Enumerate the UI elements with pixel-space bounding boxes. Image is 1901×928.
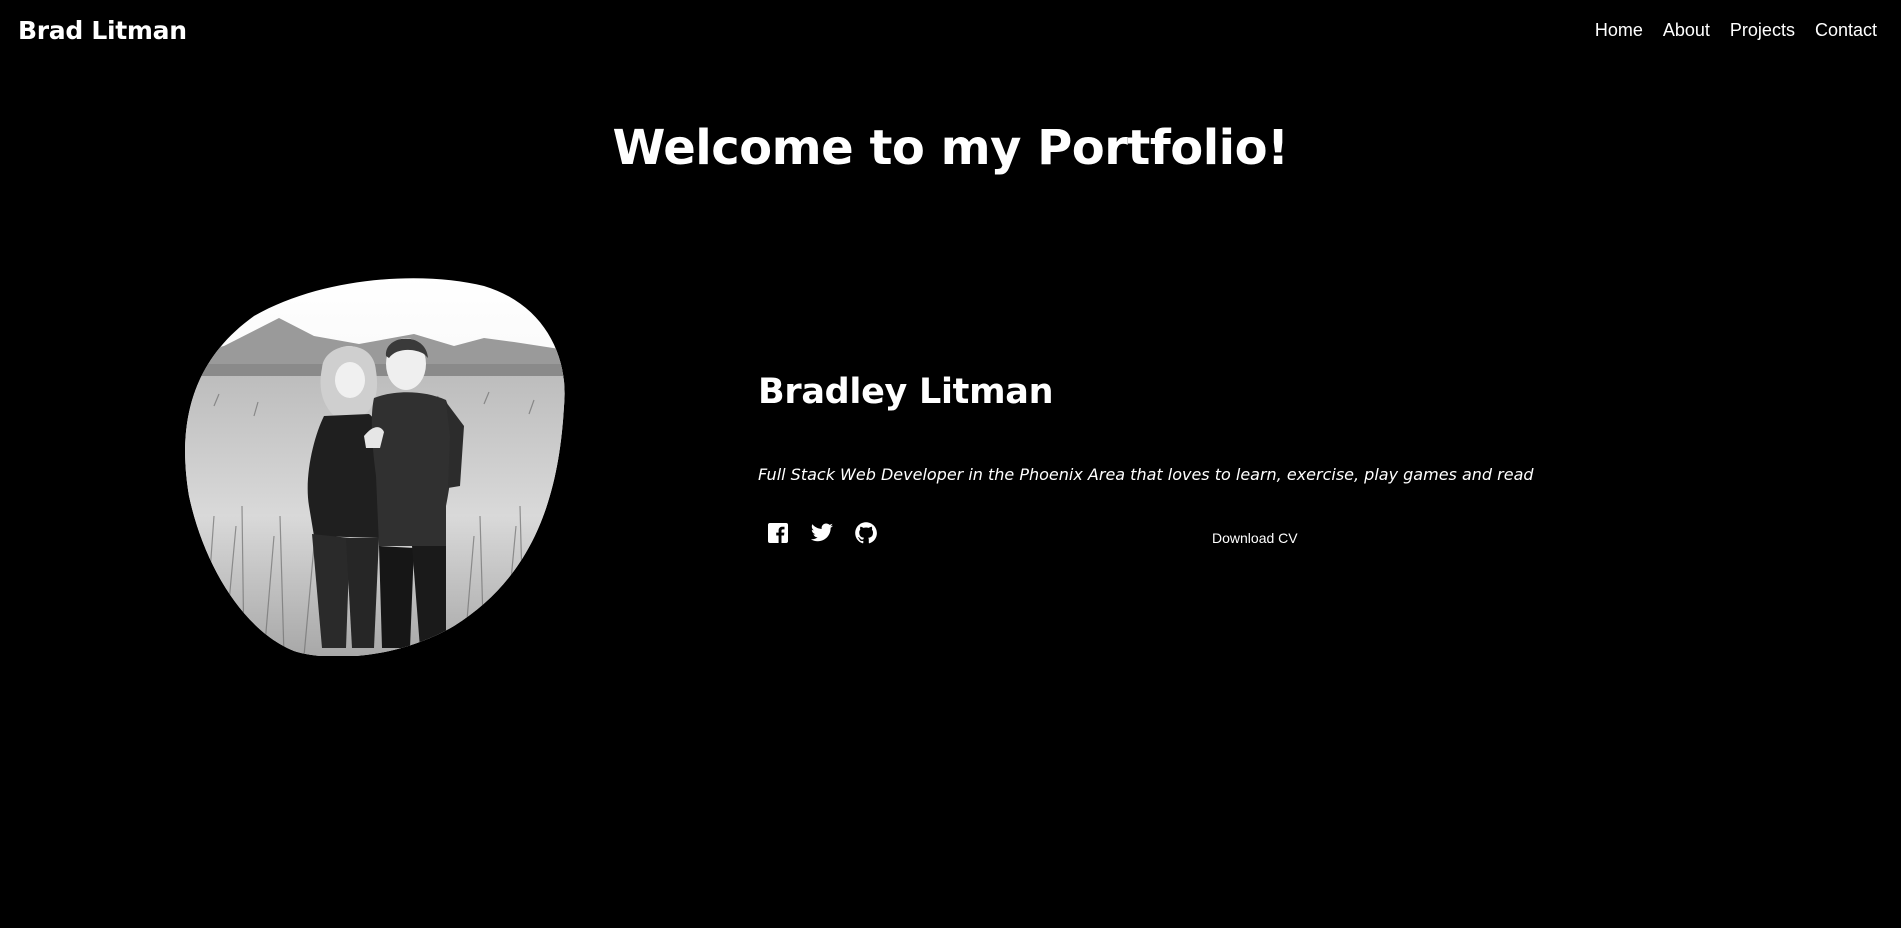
facebook-icon [768, 523, 788, 543]
download-cv-button[interactable]: Download CV [1212, 530, 1298, 546]
social-links [766, 521, 878, 545]
profile-photo [184, 276, 566, 656]
facebook-link[interactable] [766, 521, 790, 545]
profile-name: Bradley Litman [758, 372, 1054, 412]
twitter-link[interactable] [810, 521, 834, 545]
nav-about[interactable]: About [1663, 20, 1710, 41]
github-icon [855, 522, 877, 544]
hero-title: Welcome to my Portfolio! [612, 120, 1289, 176]
page: Brad Litman Home About Projects Contact … [0, 0, 1901, 928]
main-nav: Home About Projects Contact [1595, 20, 1877, 41]
twitter-icon [810, 523, 833, 542]
github-link[interactable] [854, 521, 878, 545]
brand-logo[interactable]: Brad Litman [18, 16, 187, 45]
nav-projects[interactable]: Projects [1730, 20, 1795, 41]
nav-contact[interactable]: Contact [1815, 20, 1877, 41]
profile-tagline: Full Stack Web Developer in the Phoenix … [758, 465, 1534, 484]
nav-home[interactable]: Home [1595, 20, 1643, 41]
